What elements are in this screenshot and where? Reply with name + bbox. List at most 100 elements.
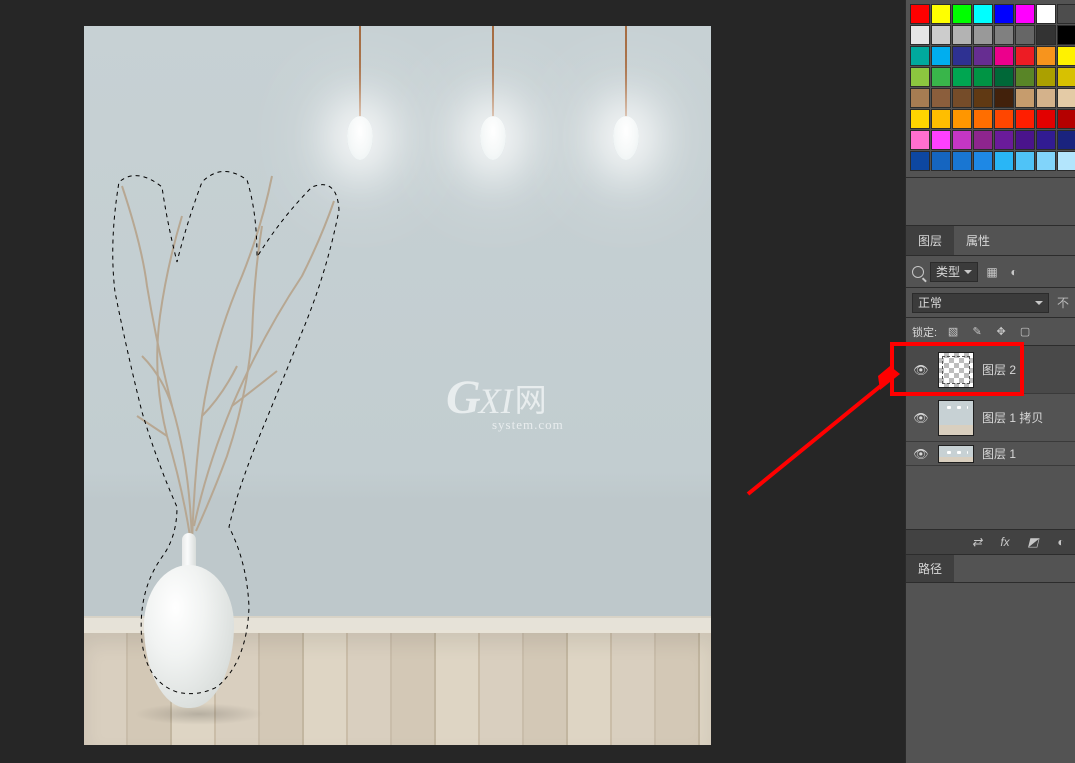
lock-pixels-icon[interactable]: ▧ bbox=[945, 325, 961, 339]
swatch[interactable] bbox=[1057, 46, 1075, 66]
tab-properties[interactable]: 属性 bbox=[954, 226, 1002, 255]
layer-thumbnail[interactable] bbox=[938, 352, 974, 388]
lock-artboard-icon[interactable]: ▢ bbox=[1017, 325, 1033, 339]
layer-mask-icon[interactable]: ◩ bbox=[1025, 535, 1041, 549]
swatch[interactable] bbox=[973, 46, 993, 66]
swatch[interactable] bbox=[1036, 46, 1056, 66]
swatch[interactable] bbox=[1057, 4, 1075, 24]
watermark: GXI网 system.com bbox=[446, 374, 564, 431]
swatch[interactable] bbox=[1057, 130, 1075, 150]
layer-thumbnail[interactable] bbox=[938, 400, 974, 436]
swatch[interactable] bbox=[1036, 25, 1056, 45]
swatch[interactable] bbox=[931, 109, 951, 129]
filter-type-dropdown[interactable]: 类型 bbox=[930, 262, 978, 282]
swatch[interactable] bbox=[1015, 25, 1035, 45]
swatch[interactable] bbox=[910, 46, 930, 66]
swatch[interactable] bbox=[1036, 88, 1056, 108]
swatch[interactable] bbox=[952, 4, 972, 24]
lamp-2 bbox=[492, 26, 494, 121]
swatch[interactable] bbox=[952, 109, 972, 129]
lock-position-icon[interactable]: ✥ bbox=[993, 325, 1009, 339]
swatch[interactable] bbox=[910, 130, 930, 150]
swatch[interactable] bbox=[931, 130, 951, 150]
annotation-arrow bbox=[740, 362, 910, 502]
swatch[interactable] bbox=[1015, 130, 1035, 150]
lock-brush-icon[interactable]: ✎ bbox=[969, 325, 985, 339]
swatch[interactable] bbox=[973, 109, 993, 129]
tab-paths[interactable]: 路径 bbox=[906, 555, 954, 582]
document-canvas[interactable]: GXI网 system.com bbox=[84, 26, 711, 745]
blend-mode-dropdown[interactable]: 正常 bbox=[912, 293, 1049, 313]
layer-name[interactable]: 图层 1 bbox=[982, 445, 1016, 462]
canvas-area[interactable]: GXI网 system.com bbox=[0, 0, 905, 763]
layer-thumbnail[interactable] bbox=[938, 445, 974, 463]
adjustment-layer-icon[interactable]: ◐ bbox=[1053, 535, 1069, 549]
layer-row[interactable]: 👁 图层 2 bbox=[906, 346, 1075, 394]
layer-fx-icon[interactable]: fx bbox=[997, 535, 1013, 549]
watermark-cn: 网 bbox=[515, 384, 547, 416]
filter-image-icon[interactable]: ▦ bbox=[984, 265, 1000, 279]
chevron-down-icon bbox=[1035, 301, 1043, 305]
swatch[interactable] bbox=[1036, 109, 1056, 129]
swatch[interactable] bbox=[952, 151, 972, 171]
swatch[interactable] bbox=[931, 25, 951, 45]
swatch[interactable] bbox=[994, 46, 1014, 66]
swatch[interactable] bbox=[994, 130, 1014, 150]
swatch[interactable] bbox=[994, 25, 1014, 45]
swatch[interactable] bbox=[1057, 25, 1075, 45]
layer-name[interactable]: 图层 2 bbox=[982, 361, 1016, 378]
swatch[interactable] bbox=[1015, 67, 1035, 87]
swatch[interactable] bbox=[1057, 88, 1075, 108]
filter-adjust-icon[interactable]: ◐ bbox=[1006, 265, 1022, 279]
swatch[interactable] bbox=[1057, 151, 1075, 171]
swatch[interactable] bbox=[1015, 109, 1035, 129]
swatch[interactable] bbox=[1015, 88, 1035, 108]
swatch[interactable] bbox=[931, 88, 951, 108]
swatch[interactable] bbox=[931, 67, 951, 87]
swatch[interactable] bbox=[1015, 4, 1035, 24]
swatch[interactable] bbox=[994, 151, 1014, 171]
swatch[interactable] bbox=[931, 46, 951, 66]
swatch[interactable] bbox=[973, 25, 993, 45]
swatch[interactable] bbox=[994, 88, 1014, 108]
swatch[interactable] bbox=[1036, 4, 1056, 24]
swatch[interactable] bbox=[952, 46, 972, 66]
swatches-panel[interactable] bbox=[906, 0, 1075, 178]
swatch[interactable] bbox=[910, 109, 930, 129]
swatch[interactable] bbox=[1036, 67, 1056, 87]
layer-row[interactable]: 👁 图层 1 bbox=[906, 442, 1075, 466]
swatch[interactable] bbox=[1057, 109, 1075, 129]
swatch[interactable] bbox=[952, 88, 972, 108]
swatch[interactable] bbox=[1015, 151, 1035, 171]
swatch[interactable] bbox=[1036, 130, 1056, 150]
swatch[interactable] bbox=[1015, 46, 1035, 66]
swatch[interactable] bbox=[1057, 67, 1075, 87]
swatch[interactable] bbox=[931, 151, 951, 171]
layer-name[interactable]: 图层 1 拷贝 bbox=[982, 409, 1043, 426]
swatch[interactable] bbox=[931, 4, 951, 24]
swatch[interactable] bbox=[973, 88, 993, 108]
visibility-toggle-icon[interactable]: 👁 bbox=[912, 447, 930, 461]
swatch[interactable] bbox=[973, 151, 993, 171]
visibility-toggle-icon[interactable]: 👁 bbox=[912, 411, 930, 425]
swatch[interactable] bbox=[973, 4, 993, 24]
swatch[interactable] bbox=[910, 4, 930, 24]
swatch[interactable] bbox=[973, 130, 993, 150]
swatch[interactable] bbox=[994, 109, 1014, 129]
swatch[interactable] bbox=[910, 151, 930, 171]
swatch[interactable] bbox=[973, 67, 993, 87]
swatch[interactable] bbox=[910, 88, 930, 108]
swatch[interactable] bbox=[1036, 151, 1056, 171]
layer-row[interactable]: 👁 图层 1 拷贝 bbox=[906, 394, 1075, 442]
swatch[interactable] bbox=[910, 25, 930, 45]
swatch[interactable] bbox=[910, 67, 930, 87]
swatch[interactable] bbox=[952, 130, 972, 150]
swatch[interactable] bbox=[952, 67, 972, 87]
swatch[interactable] bbox=[994, 67, 1014, 87]
visibility-toggle-icon[interactable]: 👁 bbox=[912, 363, 930, 377]
swatch[interactable] bbox=[994, 4, 1014, 24]
link-layers-icon[interactable]: ⇄ bbox=[969, 535, 985, 549]
lock-label: 锁定: bbox=[912, 324, 937, 340]
swatch[interactable] bbox=[952, 25, 972, 45]
tab-layers[interactable]: 图层 bbox=[906, 226, 954, 255]
